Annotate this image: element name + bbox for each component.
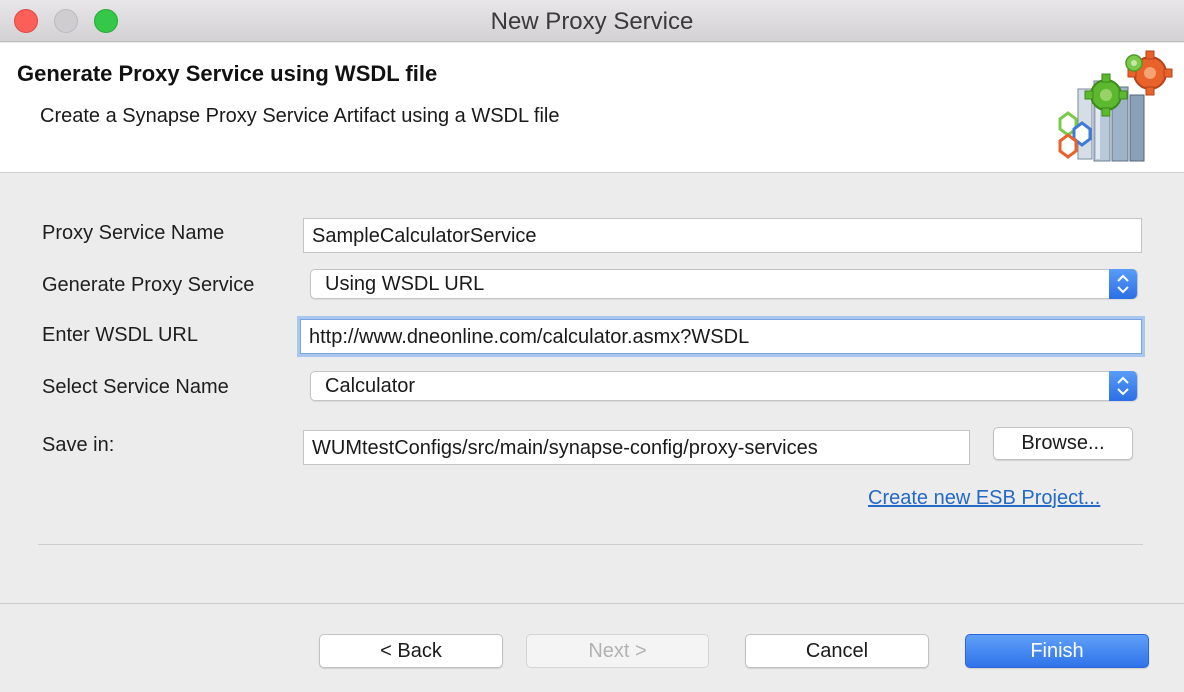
finish-button[interactable]: Finish [965, 634, 1149, 668]
save-in-label: Save in: [42, 434, 115, 456]
generate-proxy-value: Using WSDL URL [325, 273, 485, 295]
page-title: Generate Proxy Service using WSDL file [17, 61, 438, 86]
updown-chevron-icon [1109, 269, 1137, 299]
updown-chevron-icon [1109, 371, 1137, 401]
window-title: New Proxy Service [490, 8, 694, 35]
service-name-label: Select Service Name [42, 376, 229, 398]
gears-and-columns-icon [1058, 50, 1173, 162]
generate-proxy-label: Generate Proxy Service [42, 274, 255, 296]
generate-proxy-select[interactable]: Using WSDL URL [310, 269, 1138, 299]
footer-separator [0, 603, 1184, 604]
proxy-name-input[interactable]: SampleCalculatorService [303, 218, 1142, 253]
service-name-select[interactable]: Calculator [310, 371, 1138, 401]
wizard-header: Generate Proxy Service using WSDL file C… [0, 43, 1184, 173]
back-button[interactable]: < Back [319, 634, 503, 668]
browse-button[interactable]: Browse... [993, 427, 1133, 460]
page-subtitle: Create a Synapse Proxy Service Artifact … [40, 105, 560, 127]
next-button[interactable]: Next > [526, 634, 709, 668]
wsdl-url-label: Enter WSDL URL [42, 324, 198, 346]
cancel-button[interactable]: Cancel [745, 634, 929, 668]
save-in-input[interactable]: WUMtestConfigs/src/main/synapse-config/p… [303, 430, 970, 465]
title-bar: New Proxy Service [0, 0, 1184, 42]
wsdl-url-input[interactable]: http://www.dneonline.com/calculator.asmx… [300, 319, 1142, 354]
create-esb-project-link[interactable]: Create new ESB Project... [868, 487, 1100, 510]
proxy-name-label: Proxy Service Name [42, 222, 225, 244]
service-name-value: Calculator [325, 375, 416, 397]
form-separator [38, 544, 1143, 545]
